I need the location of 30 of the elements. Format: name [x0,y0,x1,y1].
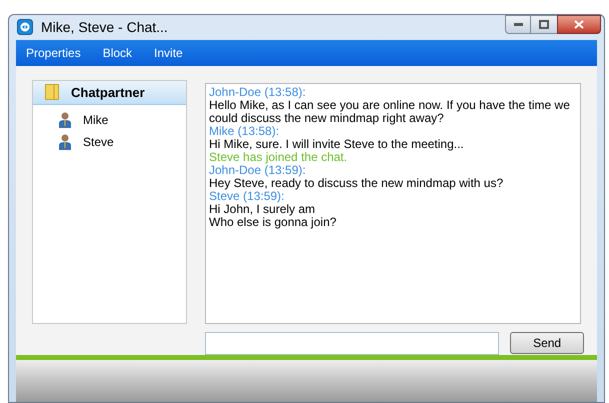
message-author: John-Doe (13:58): [209,86,307,99]
minimize-button[interactable] [505,15,531,34]
group-label: Chatpartner [71,84,145,102]
app-logo-icon [17,19,33,36]
contact-name[interactable]: Mike [83,110,108,129]
user-icon [59,112,71,128]
close-button[interactable] [557,15,601,34]
group-header[interactable]: Chatpartner [33,80,186,105]
folder-icon [45,84,59,100]
maximize-icon [539,20,549,29]
maximize-button[interactable] [531,15,557,34]
close-icon [574,20,584,29]
message-author: Steve (13:59): [209,190,284,203]
message-text: Who else is gonna join? [209,216,338,229]
message-text: Hi John, I surely am [209,202,316,216]
contact-name[interactable]: Steve [83,132,114,151]
message-text: Hey Steve, ready to discuss the new mindmap with us? [209,176,504,190]
send-button[interactable]: Send [510,332,584,354]
minimize-icon [514,23,522,26]
window-title: Mike, Steve - Chat... [41,18,168,37]
message-input-field[interactable] [205,332,500,355]
user-icon [59,134,71,150]
menu-item[interactable]: Properties [26,44,81,62]
message-author: John-Doe (13:59): [209,164,307,177]
message-text: Hello Mike, as I can see you are online now. If you have the time we could discuss the new mindmap right away? [209,98,571,125]
menu-item[interactable]: Block [102,44,132,62]
menu-item[interactable]: Invite [154,44,183,62]
system-message: Steve has joined the chat. [209,150,348,164]
message-author: Mike (13:58): [209,124,280,138]
message-text: Hi Mike, sure. I will invite Steve to the meeting... [209,138,465,151]
